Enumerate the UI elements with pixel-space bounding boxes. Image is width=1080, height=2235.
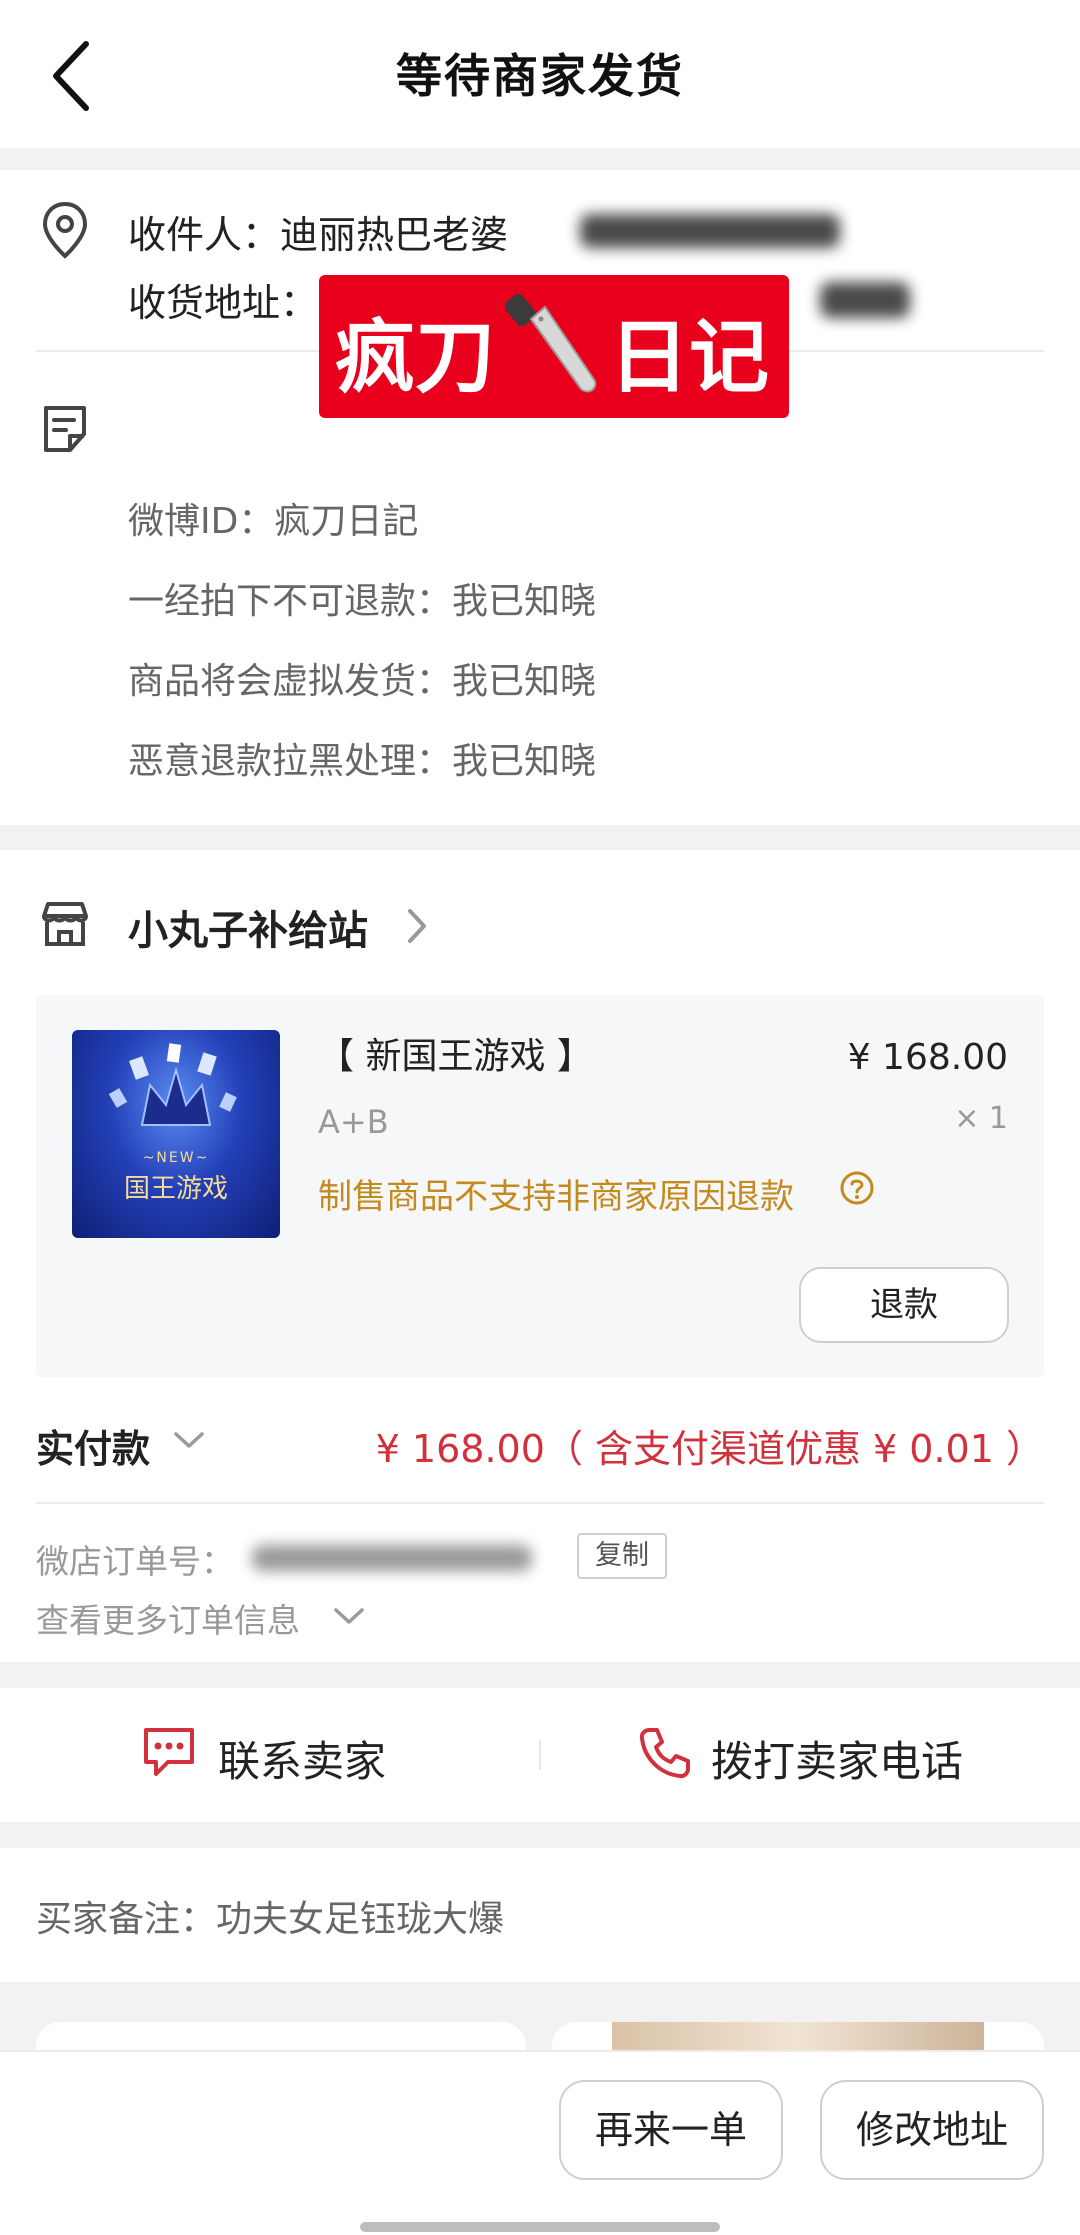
chevron-right-icon[interactable]: [405, 906, 429, 946]
shop-name[interactable]: 小丸子补给站: [128, 898, 368, 956]
reorder-button[interactable]: 再来一单: [559, 2080, 783, 2180]
call-seller-label: 拨打卖家电话: [711, 1737, 964, 1786]
note-weibo-id: 微博ID：疯刀日記: [128, 501, 419, 542]
product-title: 【 新国王游戏 】: [318, 1036, 593, 1077]
address-label: 收货地址：: [128, 281, 319, 325]
phone-icon: [639, 1728, 690, 1779]
watermark-sticker: 疯刀 日记: [319, 275, 789, 418]
refund-button[interactable]: 退款: [799, 1267, 1009, 1343]
note-blacklist: 恶意退款拉黑处理：我已知晓: [128, 741, 597, 782]
thumbnail-new-label: ~NEW~: [142, 1150, 210, 1166]
home-indicator[interactable]: [360, 2222, 720, 2232]
order-number-label: 微店订单号：: [36, 1542, 234, 1581]
bottom-action-bar: 再来一单 修改地址: [0, 2050, 1080, 2235]
product-thumbnail[interactable]: ~NEW~ 国王游戏: [72, 1030, 280, 1238]
recipient-label: 收件人：: [128, 213, 281, 257]
contact-seller-button[interactable]: 联系卖家: [0, 1688, 540, 1822]
redacted-phone: [580, 214, 840, 248]
redacted-order-number: [252, 1545, 532, 1571]
payment-amount: ¥ 168.00（ 含支付渠道优惠 ¥ 0.01 ）: [375, 1427, 1044, 1471]
refund-policy-warning: 制售商品不支持非商家原因退款: [318, 1177, 794, 1217]
location-pin-icon: [42, 201, 88, 259]
contact-seller-card: 联系卖家 拨打卖家电话: [0, 1688, 1080, 1822]
address-notes-card: 收件人：迪丽热巴老婆 收货地址： 微博ID：疯刀日記 一经拍下不可退款：我已知晓…: [0, 170, 1080, 825]
chat-bubble-icon: [144, 1728, 194, 1776]
crown-graphic-icon: [108, 1043, 237, 1126]
product-spec: A+B: [318, 1103, 389, 1141]
recipient-name: 迪丽热巴老婆: [280, 213, 509, 257]
contact-seller-label: 联系卖家: [218, 1737, 387, 1786]
chevron-down-icon[interactable]: [332, 1604, 366, 1628]
note-virtual-shipping: 商品将会虚拟发货：我已知晓: [128, 661, 597, 702]
help-circle-icon[interactable]: [838, 1169, 876, 1207]
payment-label[interactable]: 实付款: [36, 1418, 150, 1473]
product-price: ¥ 168.00: [847, 1037, 1008, 1078]
note-no-refund: 一经拍下不可退款：我已知晓: [128, 581, 597, 622]
top-nav-bar: 等待商家发货: [0, 0, 1080, 148]
product-quantity: × 1: [954, 1101, 1008, 1136]
chevron-down-icon[interactable]: [172, 1428, 206, 1452]
change-address-button[interactable]: 修改地址: [820, 2080, 1044, 2180]
buyer-note-text: 买家备注：功夫女足钰珑大爆: [36, 1899, 505, 1940]
store-icon: [42, 902, 88, 946]
copy-order-number-button[interactable]: 复制: [577, 1533, 667, 1579]
more-order-info-link[interactable]: 查看更多订单信息: [36, 1594, 300, 1642]
kitchen-knife-icon: [505, 293, 597, 393]
note-icon: [44, 406, 86, 452]
sticker-right-text: 日记: [609, 311, 769, 404]
call-seller-button[interactable]: 拨打卖家电话: [541, 1688, 1080, 1822]
product-item[interactable]: ~NEW~ 国王游戏 【 新国王游戏 】 ¥ 168.00 A+B × 1 制售…: [36, 995, 1044, 1377]
buyer-note-card: 买家备注：功夫女足钰珑大爆: [0, 1848, 1080, 1982]
redacted-address: [820, 282, 910, 318]
page-title: 等待商家发货: [396, 49, 684, 103]
thumbnail-title: 国王游戏: [123, 1174, 228, 1204]
section-divider: [36, 1502, 1044, 1504]
recipient-row: 收件人：迪丽热巴老婆: [128, 204, 508, 259]
sticker-left-text: 疯刀: [335, 311, 495, 404]
